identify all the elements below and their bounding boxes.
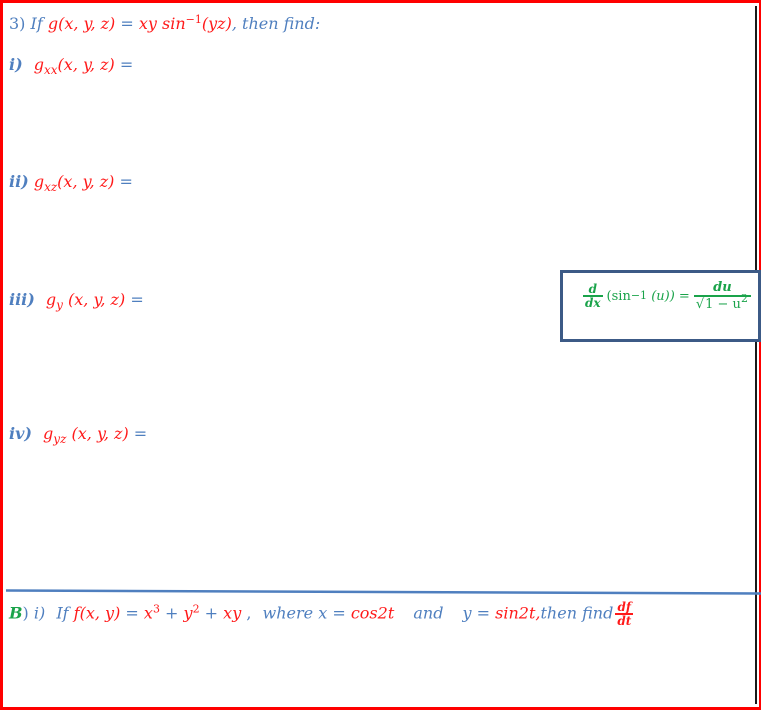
- problem-b-statement: B) i) If f(x, y) = x3 + y2 + xy , where …: [9, 601, 637, 627]
- part-subscript: y: [56, 298, 63, 312]
- part-func: g: [43, 424, 54, 443]
- y-value: sin2t,: [495, 603, 541, 623]
- radicand-exponent: 2: [740, 292, 748, 305]
- y-equals: =: [476, 603, 491, 623]
- part-label: iii): [9, 290, 35, 309]
- plus-sign: +: [165, 603, 179, 623]
- function-lhs: g(x, y, z): [47, 14, 116, 33]
- problem-b-part: i): [33, 603, 46, 623]
- rhs-fraction: du √1 − u2: [693, 280, 751, 312]
- arcsin-base: (sin: [606, 288, 631, 304]
- then-find-text: , then find:: [231, 14, 321, 33]
- df-dt-fraction: df dt: [615, 600, 634, 628]
- problem-3-statement: 3) If g(x, y, z) = xy sin−1(yz), then fi…: [9, 14, 320, 34]
- d-dx-fraction: d dx: [583, 283, 603, 309]
- part-func: g: [45, 290, 57, 309]
- x-equals: =: [332, 603, 346, 623]
- du-numerator: du: [713, 280, 732, 295]
- part-args: (x, y, z): [68, 290, 126, 309]
- function-rhs-base: xy sin: [138, 14, 186, 33]
- part-label: i): [9, 55, 23, 74]
- part-subscript: yz: [53, 432, 67, 446]
- part-ii: ii) gxz(x, y, z) =: [9, 172, 133, 194]
- where-word: where: [262, 603, 314, 623]
- term-xy: xy: [223, 603, 242, 623]
- part-equals: =: [130, 290, 144, 309]
- then-find-text: then find: [540, 603, 614, 623]
- y-var: y: [462, 603, 472, 623]
- dx-denominator: dx: [583, 295, 603, 310]
- arcsin-derivative-formula: d dx (sin −1 (u)) = du √1 − u2: [579, 280, 755, 312]
- term-y: y: [183, 603, 193, 623]
- if-word: If: [56, 603, 69, 623]
- df-numerator: df: [617, 600, 632, 614]
- part-i: i) gxx(x, y, z) =: [9, 55, 134, 77]
- part-subscript: xx: [44, 63, 58, 77]
- x-value: cos2t: [350, 603, 395, 623]
- problem-number: 3): [9, 14, 26, 33]
- part-label: iv): [9, 424, 32, 443]
- problem-b-paren: ): [22, 603, 29, 623]
- equals-sign: =: [120, 14, 134, 33]
- part-iii: iii) gy (x, y, z) =: [9, 290, 144, 312]
- part-equals: =: [119, 172, 133, 191]
- dt-denominator: dt: [615, 613, 634, 628]
- part-equals: =: [133, 424, 148, 443]
- term-y-exp: 2: [192, 602, 200, 616]
- part-func: g: [33, 55, 44, 74]
- plus-sign: +: [204, 603, 219, 623]
- comma: ,: [246, 603, 252, 623]
- term-x-exp: 3: [152, 602, 160, 616]
- part-subscript: xz: [44, 180, 58, 194]
- right-border-shadow: [755, 6, 757, 704]
- and-word: and: [413, 603, 444, 623]
- sqrt-symbol: √: [695, 297, 705, 312]
- radicand: 1 − u: [705, 297, 741, 312]
- part-label: ii): [9, 172, 29, 191]
- document-page: 3) If g(x, y, z) = xy sin−1(yz), then fi…: [0, 0, 761, 710]
- if-word: If: [30, 14, 43, 33]
- function-rhs-arg: (yz): [201, 14, 232, 33]
- d-numerator: d: [588, 282, 597, 296]
- part-args: (x, y, z): [57, 55, 115, 74]
- part-args: (x, y, z): [57, 172, 115, 191]
- arcsin-arg: (u)): [651, 288, 675, 304]
- part-args: (x, y, z): [71, 424, 129, 443]
- term-x: x: [143, 603, 153, 623]
- x-var: x: [318, 603, 328, 623]
- part-equals: =: [119, 55, 134, 74]
- sqrt-denominator: √1 − u2: [693, 292, 751, 312]
- section-separator: [6, 589, 761, 595]
- part-iv: iv) gyz (x, y, z) =: [9, 424, 148, 446]
- problem-b-letter: B: [9, 603, 23, 623]
- hint-formula-box: d dx (sin −1 (u)) = du √1 − u2: [560, 270, 761, 342]
- part-func: g: [33, 172, 45, 191]
- equals-sign: =: [125, 603, 139, 623]
- f-lhs: f(x, y): [73, 603, 121, 623]
- function-rhs-exponent: −1: [185, 13, 202, 26]
- hint-equals: =: [678, 288, 690, 304]
